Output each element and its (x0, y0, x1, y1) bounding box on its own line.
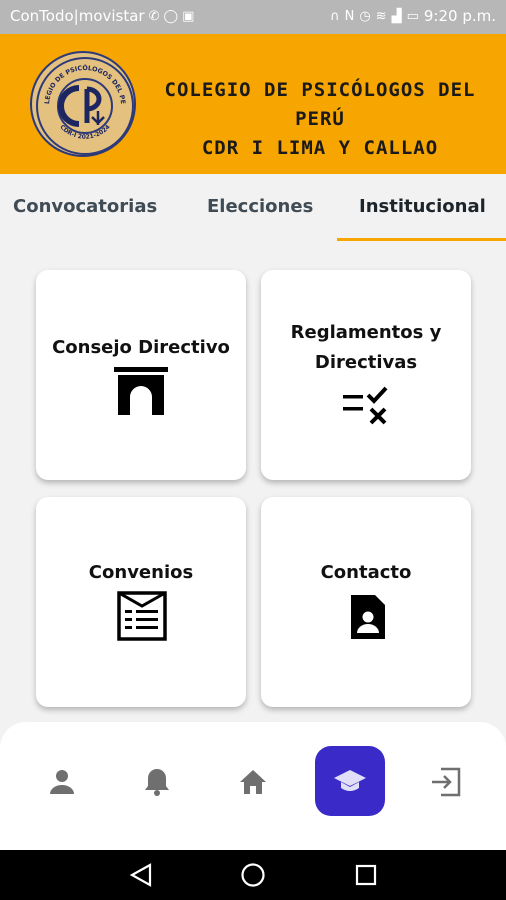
home-icon (240, 770, 266, 794)
card-label: Contacto (320, 562, 412, 583)
bell-icon (145, 769, 169, 796)
whatsapp-icon: ◯ (163, 8, 179, 24)
nav-notifications[interactable] (137, 762, 177, 802)
back-icon[interactable] (128, 862, 154, 892)
arch-icon (112, 365, 170, 421)
bottom-navigation (0, 722, 506, 850)
card-label: Consejo Directivo (52, 337, 230, 358)
tab-bar: Convocatorias Elecciones Institucional (0, 174, 506, 242)
agreement-document-icon (116, 590, 168, 646)
alarm-icon: ◷ (359, 8, 371, 24)
card-contacto[interactable]: Contacto (261, 497, 471, 707)
card-consejo-directivo[interactable]: Consejo Directivo (36, 270, 246, 480)
card-label-line2: Directivas (314, 352, 418, 373)
card-convenios[interactable]: Convenios (36, 497, 246, 707)
nav-profile[interactable] (42, 762, 82, 802)
carrier-text: ConTodo|movistar (10, 7, 145, 25)
logout-icon (432, 767, 461, 797)
phone-icon: ✆ (148, 8, 160, 24)
system-navigation-bar (0, 850, 506, 900)
nav-logout[interactable] (426, 762, 466, 802)
clock-text: 9:20 p.m. (423, 7, 496, 25)
college-logo: COLEGIO DE PSICÓLOGOS DEL PERÚ CDR-I 202… (30, 51, 136, 157)
tab-institucional[interactable]: Institucional (359, 196, 486, 217)
recents-icon[interactable] (353, 862, 379, 892)
status-bar: ConTodo|movistar ✆ ◯ ▣ ∩ N ◷ ≋ ▟ ▭ 9:20 … (0, 0, 506, 34)
nfc-icon: N (344, 8, 355, 24)
card-reglamentos[interactable]: Reglamentos y Directivas (261, 270, 471, 480)
nav-home[interactable] (233, 762, 273, 802)
card-label: Convenios (88, 562, 194, 583)
checklist-icon (341, 385, 391, 429)
contact-card-icon (347, 593, 387, 645)
header-title-line2: CDR I LIMA Y CALLAO (201, 137, 439, 159)
card-label-line1: Reglamentos y (290, 322, 442, 343)
app-header: COLEGIO DE PSICÓLOGOS DEL PERÚ CDR-I 202… (0, 34, 506, 174)
headset-icon: ∩ (330, 8, 340, 24)
tab-elecciones[interactable]: Elecciones (207, 196, 313, 217)
header-title: COLEGIO DE PSICÓLOGOS DEL PERÚ CDR I LIM… (150, 76, 490, 163)
home-circle-icon[interactable] (240, 862, 266, 892)
active-tab-indicator (337, 238, 506, 241)
graduation-cap-icon (334, 770, 366, 791)
person-icon (50, 770, 74, 794)
instagram-icon: ▣ (182, 8, 195, 24)
battery-icon: ▭ (406, 8, 419, 24)
nav-institucional[interactable] (315, 746, 385, 816)
tab-convocatorias[interactable]: Convocatorias (13, 196, 157, 217)
signal-icon: ▟ (391, 8, 402, 24)
wifi-icon: ≋ (375, 8, 387, 24)
header-title-line1: COLEGIO DE PSICÓLOGOS DEL PERÚ (164, 79, 476, 130)
